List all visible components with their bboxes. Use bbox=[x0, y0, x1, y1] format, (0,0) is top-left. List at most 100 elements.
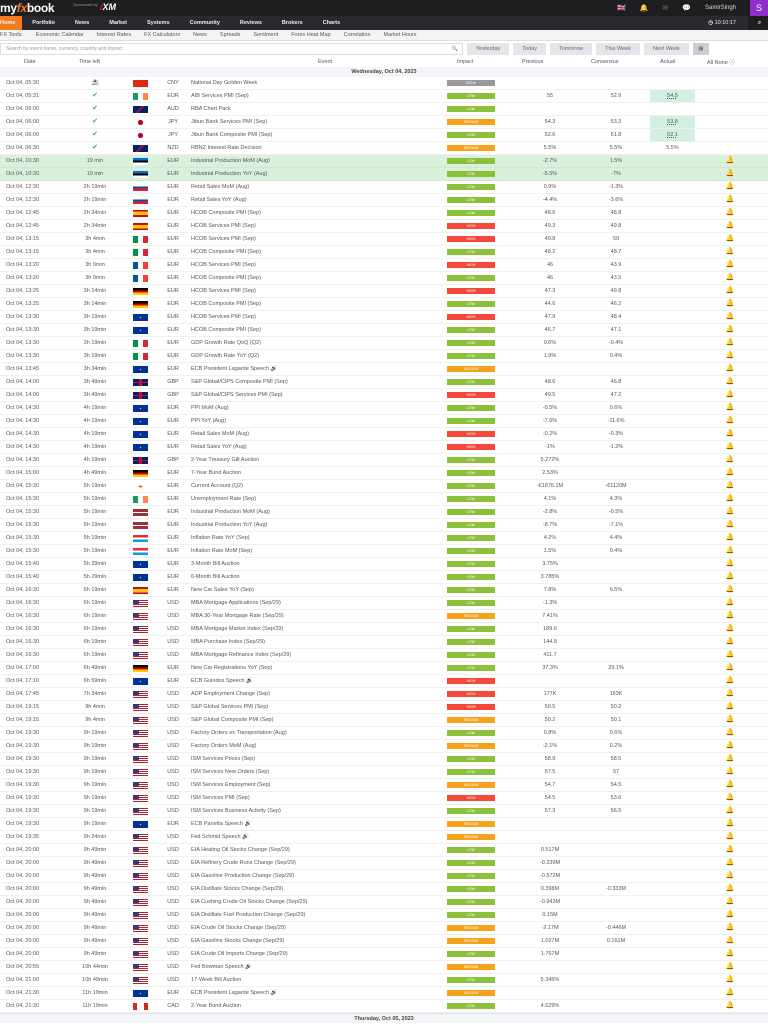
table-row[interactable]: Oct 04, 13:30 3h 19min EUR GDP Growth Rate … bbox=[0, 337, 768, 350]
table-row[interactable]: Oct 04, 13:20 3h 9min EUR HCOB Composite PM… bbox=[0, 272, 768, 285]
tool-link[interactable]: Spreads bbox=[214, 32, 248, 38]
event-name[interactable]: EIA Heating Oil Stocks Change (Sep/29) bbox=[191, 844, 290, 856]
username[interactable]: SamirSingh bbox=[705, 5, 736, 11]
table-row[interactable]: Oct 04, 13:15 3h 4min EUR HCOB Composite PM… bbox=[0, 246, 768, 259]
table-row[interactable]: Oct 04, 12:45 2h 34min EUR HCOB Services PM… bbox=[0, 220, 768, 233]
table-row[interactable]: Oct 04, 20:00 9h 49min USD EIA Crude Oil Im… bbox=[0, 948, 768, 961]
table-row[interactable]: Oct 04, 21:30 11h 19min CAD 2-Year Bond Auc… bbox=[0, 1000, 768, 1013]
event-name[interactable]: S&P Global Composite PMI (Sep) bbox=[191, 714, 273, 726]
alert-bell-icon[interactable]: 🔔 bbox=[724, 363, 736, 375]
event-name[interactable]: MBA Mortgage Applications (Sep/29) bbox=[191, 597, 281, 609]
alert-bell-icon[interactable]: 🔔 bbox=[724, 805, 736, 817]
event-name[interactable]: Retail Sales YoY (Aug) bbox=[191, 194, 247, 206]
alert-bell-icon[interactable]: 🔔 bbox=[724, 168, 736, 180]
table-row[interactable]: Oct 04, 19:30 9h 19min USD ISM Services PMI… bbox=[0, 792, 768, 805]
event-name[interactable]: MBA 30-Year Mortgage Rate (Sep/29) bbox=[191, 610, 284, 622]
event-name[interactable]: ISM Services Business Activity (Sep) bbox=[191, 805, 281, 817]
table-row[interactable]: Oct 04, 19:35 9h 24min USD Fed Schmid Speec… bbox=[0, 831, 768, 844]
alert-bell-icon[interactable]: 🔔 bbox=[724, 389, 736, 401]
table-row[interactable]: Oct 04, 19:15 9h 4min USD S&P Global Servic… bbox=[0, 701, 768, 714]
table-row[interactable]: Oct 04, 19:30 9h 19min EUR ECB Panetta Spee… bbox=[0, 818, 768, 831]
nav-reviews[interactable]: Reviews bbox=[230, 16, 272, 30]
table-row[interactable]: Oct 04, 15:30 5h 19min EUR Inflation Rate M… bbox=[0, 545, 768, 558]
alert-bell-icon[interactable]: 🔔 bbox=[724, 415, 736, 427]
tool-link[interactable]: Interest Rates bbox=[91, 32, 138, 38]
table-row[interactable]: Oct 04, 13:25 3h 14min EUR HCOB Composite P… bbox=[0, 298, 768, 311]
alert-bell-icon[interactable]: 🔔 bbox=[724, 649, 736, 661]
table-row[interactable]: Oct 04, 14:30 4h 19min EUR Retail Sales YoY… bbox=[0, 441, 768, 454]
table-row[interactable]: Oct 04, 14:30 4h 19min EUR Retail Sales MoM… bbox=[0, 428, 768, 441]
tool-link[interactable]: Forex Heat Map bbox=[285, 32, 337, 38]
table-row[interactable]: Oct 04, 13:45 3h 34min EUR ECB President La… bbox=[0, 363, 768, 376]
event-name[interactable]: Fed Schmid Speech 🔊 bbox=[191, 831, 249, 843]
table-row[interactable]: Oct 04, 14:30 4h 19min EUR PPI YoY (Aug) LOW… bbox=[0, 415, 768, 428]
alert-bell-icon[interactable]: 🔔 bbox=[724, 259, 736, 271]
table-row[interactable]: Oct 04, 14:30 4h 19min GBP 2-Year Treasury … bbox=[0, 454, 768, 467]
table-row[interactable]: Oct 04, 19:30 9h 19min USD Factory Orders M… bbox=[0, 740, 768, 753]
table-row[interactable]: Oct 04, 20:00 9h 49min USD EIA Gasoline Sto… bbox=[0, 935, 768, 948]
alert-bell-icon[interactable]: 🔔 bbox=[724, 519, 736, 531]
event-name[interactable]: 6-Month Bill Auction bbox=[191, 571, 240, 583]
event-name[interactable]: 7-Year Bund Auction bbox=[191, 467, 241, 479]
nav-community[interactable]: Community bbox=[180, 16, 230, 30]
event-name[interactable]: ECB Panetta Speech 🔊 bbox=[191, 818, 251, 830]
table-row[interactable]: Oct 04, 13:30 3h 19min EUR HCOB Services PM… bbox=[0, 311, 768, 324]
alert-bell-icon[interactable]: 🔔 bbox=[724, 896, 736, 908]
event-name[interactable]: ISM Services Prices (Sep) bbox=[191, 753, 255, 765]
table-row[interactable]: Oct 04, 05:30 ⛱ CNY National Day Golden Wee… bbox=[0, 77, 768, 90]
alert-bell-icon[interactable]: 🔔 bbox=[724, 155, 736, 167]
alert-bell-icon[interactable]: 🔔 bbox=[724, 233, 736, 245]
alert-bell-icon[interactable]: 🔔 bbox=[724, 1000, 736, 1012]
event-name[interactable]: RBNZ Interest Rate Decision bbox=[191, 142, 262, 154]
search-icon[interactable]: 🔍 bbox=[452, 44, 458, 54]
nav-news[interactable]: News bbox=[65, 16, 99, 30]
event-name[interactable]: Unemployment Rate (Sep) bbox=[191, 493, 256, 505]
table-row[interactable]: Oct 04, 10:30 19 min EUR Industrial Product… bbox=[0, 155, 768, 168]
alert-bell-icon[interactable]: 🔔 bbox=[724, 740, 736, 752]
myfxbook-logo[interactable]: myfxbook bbox=[0, 1, 55, 15]
alert-bell-icon[interactable]: 🔔 bbox=[724, 311, 736, 323]
table-row[interactable]: Oct 04, 13:15 3h 4min EUR HCOB Services PMI… bbox=[0, 233, 768, 246]
event-name[interactable]: ECB President Lagarde Speech 🔊 bbox=[191, 363, 277, 375]
event-name[interactable]: S&P Global/CIPS Composite PMI (Sep) bbox=[191, 376, 288, 388]
event-name[interactable]: S&P Global/CIPS Services PMI (Sep) bbox=[191, 389, 283, 401]
event-name[interactable]: HCOB Composite PMI (Sep) bbox=[191, 207, 261, 219]
table-row[interactable]: Oct 04, 15:40 5h 29min EUR 6-Month Bill Auc… bbox=[0, 571, 768, 584]
bell-icon[interactable]: 🔔 bbox=[640, 4, 649, 12]
alert-bell-icon[interactable]: 🔔 bbox=[724, 961, 736, 973]
col-time-left[interactable]: Time left bbox=[79, 59, 100, 65]
alert-bell-icon[interactable]: 🔔 bbox=[724, 532, 736, 544]
alert-bell-icon[interactable]: 🔔 bbox=[724, 298, 736, 310]
event-name[interactable]: 2-Year Treasury Gilt Auction bbox=[191, 454, 259, 466]
date-button-this-week[interactable]: This Week bbox=[596, 42, 640, 55]
alert-bell-icon[interactable]: 🔔 bbox=[724, 181, 736, 193]
table-row[interactable]: Oct 04, 17:10 6h 59min EUR ECB Guindos Spee… bbox=[0, 675, 768, 688]
mail-icon[interactable]: ✉ bbox=[662, 4, 668, 12]
table-row[interactable]: Oct 04, 17:45 7h 34min USD ADP Employment C… bbox=[0, 688, 768, 701]
event-name[interactable]: Industrial Production MoM (Aug) bbox=[191, 155, 270, 167]
table-row[interactable]: Oct 04, 20:00 9h 49min USD EIA Heating Oil … bbox=[0, 844, 768, 857]
alert-bell-icon[interactable]: 🔔 bbox=[724, 818, 736, 830]
event-name[interactable]: HCOB Services PMI (Sep) bbox=[191, 311, 256, 323]
event-name[interactable]: PPI YoY (Aug) bbox=[191, 415, 226, 427]
event-name[interactable]: Current Account (Q2) bbox=[191, 480, 243, 492]
event-name[interactable]: ECB President Lagarde Speech 🔊 bbox=[191, 987, 277, 999]
alert-bell-icon[interactable]: 🔔 bbox=[724, 779, 736, 791]
event-name[interactable]: EIA Gasoline Stocks Change (Sep/29) bbox=[191, 935, 284, 947]
date-button-today[interactable]: Today bbox=[513, 42, 546, 55]
tool-link[interactable]: Sentiment bbox=[247, 32, 285, 38]
event-name[interactable]: HCOB Services PMI (Sep) bbox=[191, 285, 256, 297]
alert-bell-icon[interactable]: 🔔 bbox=[724, 792, 736, 804]
table-row[interactable]: Oct 04, 20:00 9h 49min USD EIA Gasoline Pro… bbox=[0, 870, 768, 883]
alert-bell-icon[interactable]: 🔔 bbox=[724, 714, 736, 726]
alert-bell-icon[interactable]: 🔔 bbox=[724, 220, 736, 232]
event-name[interactable]: ISM Services PMI (Sep) bbox=[191, 792, 250, 804]
alert-bell-icon[interactable]: 🔔 bbox=[724, 727, 736, 739]
event-name[interactable]: ECB Guindos Speech 🔊 bbox=[191, 675, 253, 687]
event-name[interactable]: RBA Chart Pack bbox=[191, 103, 231, 115]
alert-bell-icon[interactable]: 🔔 bbox=[724, 870, 736, 882]
event-name[interactable]: Industrial Production MoM (Aug) bbox=[191, 506, 270, 518]
alert-bell-icon[interactable]: 🔔 bbox=[724, 584, 736, 596]
event-name[interactable]: New Car Sales YoY (Sep) bbox=[191, 584, 254, 596]
alert-bell-icon[interactable]: 🔔 bbox=[724, 428, 736, 440]
